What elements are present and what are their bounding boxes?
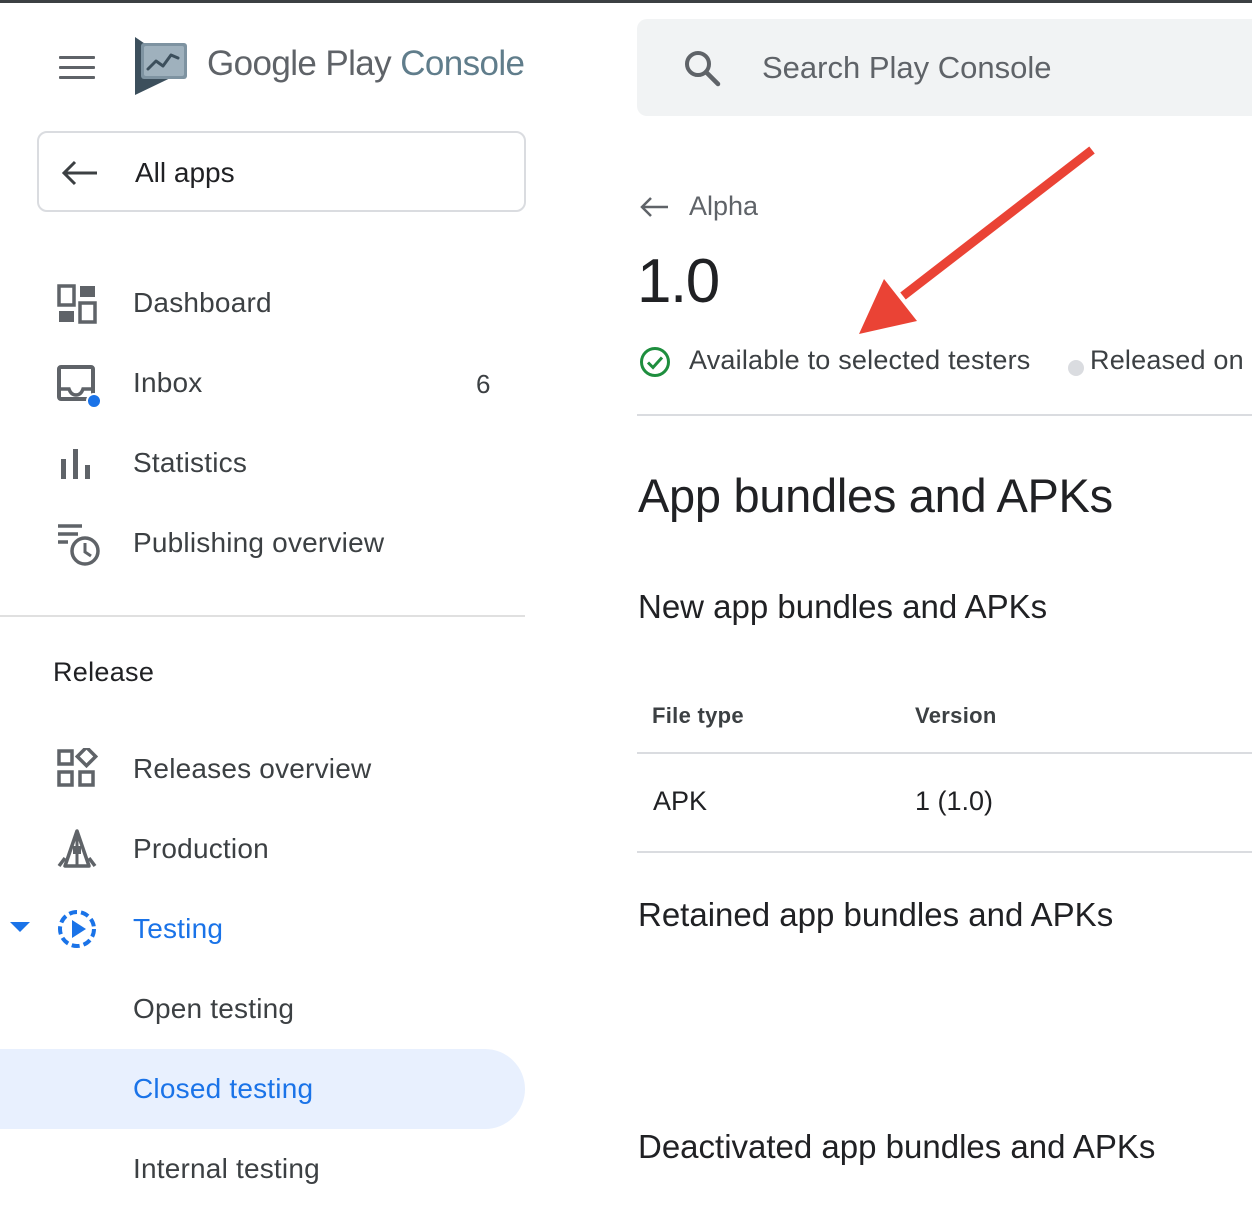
sidebar-item-label: Statistics <box>133 447 248 478</box>
menu-icon[interactable] <box>59 55 95 81</box>
arrow-left-icon <box>61 160 97 186</box>
sidebar-item-releases-overview[interactable]: Releases overview <box>0 729 525 809</box>
search-input[interactable]: Search Play Console <box>762 50 1052 86</box>
table-header-divider <box>637 752 1252 754</box>
window-top-border <box>0 0 1252 3</box>
publishing-overview-icon <box>58 524 100 566</box>
sidebar-item-statistics[interactable]: Statistics <box>0 423 525 503</box>
sidebar-item-label: Publishing overview <box>133 527 385 558</box>
table-cell-file-type: APK <box>653 786 708 816</box>
deactivated-bundles-heading: Deactivated app bundles and APKs <box>638 1128 1156 1165</box>
sidebar-item-production[interactable]: Production <box>0 809 525 889</box>
statistics-icon <box>61 449 90 479</box>
retained-bundles-heading: Retained app bundles and APKs <box>638 896 1114 933</box>
inbox-icon <box>57 365 102 409</box>
column-header-version: Version <box>915 703 997 728</box>
back-arrow-icon[interactable] <box>640 196 670 218</box>
brand-console: Console <box>400 44 525 83</box>
sidebar-item-testing[interactable]: Testing <box>0 889 525 969</box>
sidebar-item-dashboard[interactable]: Dashboard <box>0 263 525 343</box>
play-console-logo-icon <box>135 37 187 95</box>
brand-play: Play <box>325 44 392 83</box>
search-icon[interactable] <box>682 48 722 88</box>
sidebar-divider <box>0 615 525 617</box>
production-icon <box>57 829 97 868</box>
dashboard-icon <box>57 284 97 324</box>
sidebar-item-label: Production <box>133 833 269 864</box>
release-version-title: 1.0 <box>637 247 720 316</box>
app-brand-title: Google Play Console <box>207 44 525 84</box>
sidebar-item-internal-testing[interactable]: Internal testing <box>0 1129 525 1209</box>
new-bundles-heading: New app bundles and APKs <box>638 588 1048 625</box>
sidebar-section-title: Release <box>53 657 155 687</box>
back-link-alpha[interactable]: Alpha <box>689 191 758 222</box>
sidebar-item-open-testing[interactable]: Open testing <box>0 969 525 1049</box>
table-cell-version: 1 (1.0) <box>915 786 994 816</box>
table-row-divider <box>637 851 1252 853</box>
brand-google: Google <box>207 44 317 83</box>
releases-overview-icon <box>57 748 98 787</box>
separator-dot <box>1068 360 1084 376</box>
testing-icon <box>58 910 96 948</box>
released-on-text: Released on <box>1090 345 1244 375</box>
sidebar-item-publishing-overview[interactable]: Publishing overview <box>0 503 525 583</box>
sidebar-item-label: Open testing <box>133 993 295 1024</box>
section-heading-bundles: App bundles and APKs <box>638 469 1113 522</box>
inbox-count-badge: 6 <box>476 369 491 399</box>
sidebar-item-closed-testing[interactable]: Closed testing <box>0 1049 525 1129</box>
release-status: Available to selected testers <box>689 345 1031 375</box>
all-apps-label: All apps <box>135 157 235 188</box>
sidebar-item-label: Releases overview <box>133 753 372 784</box>
sidebar-item-label: Closed testing <box>133 1073 314 1104</box>
all-apps-button[interactable] <box>37 131 526 212</box>
sidebar-item-label: Dashboard <box>133 287 272 318</box>
sidebar-item-label: Testing <box>133 913 224 944</box>
sidebar-item-inbox[interactable]: Inbox 6 <box>0 343 525 423</box>
sidebar-item-label: Inbox <box>133 367 203 398</box>
sidebar-item-label: Internal testing <box>133 1153 320 1184</box>
check-circle-icon <box>640 347 670 377</box>
header-divider <box>637 414 1252 416</box>
column-header-file-type: File type <box>652 703 744 728</box>
